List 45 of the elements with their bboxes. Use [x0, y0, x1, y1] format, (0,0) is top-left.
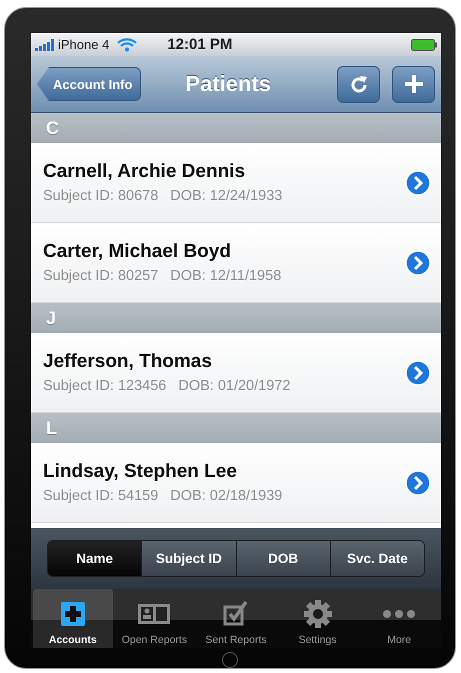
checkbox-icon — [222, 600, 250, 628]
section-header: C — [31, 113, 441, 143]
signal-icon — [35, 38, 55, 50]
patient-name: Lindsay, Stephen Lee — [43, 461, 238, 483]
disclosure-icon[interactable] — [405, 470, 431, 496]
plus-icon — [60, 601, 86, 627]
date-of-birth: DOB: 01/20/1972 — [178, 378, 290, 394]
sort-segment[interactable]: Name — [48, 541, 142, 576]
subject-id: Subject ID: 80257 — [43, 268, 158, 284]
refresh-button[interactable] — [337, 66, 380, 102]
add-button[interactable] — [392, 66, 435, 102]
tab-item[interactable]: Accounts — [33, 589, 113, 648]
battery-icon — [411, 38, 437, 50]
disclosure-icon[interactable] — [405, 360, 431, 386]
settings-icon — [302, 599, 333, 629]
back-button[interactable]: Account Info — [37, 67, 142, 101]
subject-id: Subject ID: 80678 — [43, 188, 158, 204]
refresh-icon — [350, 74, 368, 94]
wifi-icon — [117, 38, 138, 52]
subject-id: Subject ID: 54159 — [43, 488, 158, 504]
date-of-birth: DOB: 02/18/1939 — [170, 488, 282, 504]
sort-segment[interactable]: Svc. Date — [330, 541, 424, 576]
section-header: J — [31, 303, 441, 333]
sort-segment[interactable]: Subject ID — [141, 541, 236, 576]
more-icon — [382, 609, 416, 619]
plus-icon — [404, 75, 422, 93]
sort-segment[interactable]: DOB — [236, 541, 330, 576]
disclosure-icon[interactable] — [405, 250, 431, 276]
date-of-birth: DOB: 12/24/1933 — [170, 188, 282, 204]
tab-item[interactable]: Sent Reports — [196, 589, 276, 648]
patient-name: Carnell, Archie Dennis — [43, 161, 246, 183]
disclosure-icon[interactable] — [405, 170, 431, 196]
subject-id: Subject ID: 123456 — [43, 378, 166, 394]
clock-time: 12:01 PM — [167, 36, 232, 53]
tab-item[interactable]: More — [359, 589, 439, 648]
section-header: L — [31, 413, 441, 443]
patient-name: Carter, Michael Boyd — [43, 241, 232, 263]
id-card-icon — [137, 603, 172, 625]
date-of-birth: DOB: 12/11/1958 — [170, 268, 282, 284]
patient-name: Jefferson, Thomas — [43, 351, 213, 373]
home-button[interactable] — [222, 652, 238, 668]
carrier-name: iPhone 4 — [58, 37, 110, 52]
tab-item[interactable]: Settings — [278, 589, 358, 648]
screen-title: Patients — [184, 71, 272, 97]
tab-item[interactable]: Open Reports — [114, 589, 194, 648]
